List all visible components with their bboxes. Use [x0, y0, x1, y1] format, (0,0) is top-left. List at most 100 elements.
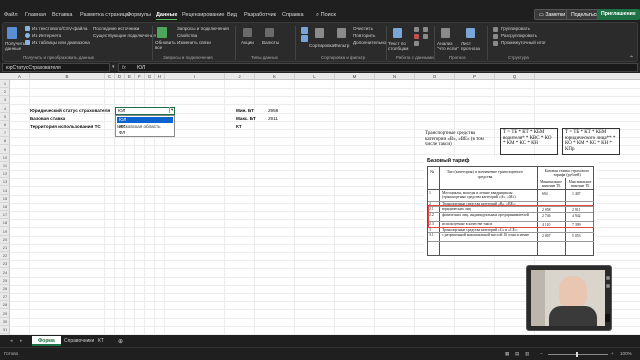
column-header[interactable]: A — [10, 73, 30, 80]
from-csv-button[interactable]: Из текстового/CSV-файла — [32, 26, 87, 31]
cell-legal-status-selected[interactable]: ЮЛ ▾ — [115, 107, 175, 115]
tab-insert[interactable]: Вставка — [52, 12, 72, 18]
row-header[interactable]: 27 — [0, 293, 10, 302]
row-header[interactable]: 10 — [0, 154, 10, 162]
formula-input[interactable]: fx ЮЛ — [118, 63, 638, 72]
cell-max-bt-label[interactable]: Макс. БТ — [236, 116, 256, 121]
fx-icon[interactable]: fx — [122, 65, 126, 71]
column-header[interactable]: E — [125, 73, 135, 80]
cell-legal-status-label[interactable]: Юридический статус страхователя — [30, 108, 110, 113]
from-table-button[interactable]: Из таблицы или диапазона — [32, 40, 90, 45]
row-header[interactable]: 7 — [0, 129, 10, 138]
name-box-dropdown-icon[interactable]: ▾ — [112, 64, 115, 70]
row-header[interactable]: 16 — [0, 203, 10, 211]
notes-button[interactable]: ▭ Заметки — [534, 9, 571, 20]
properties-button[interactable]: Свойства — [177, 33, 197, 38]
refresh-all-button[interactable]: Обновить все — [155, 40, 176, 50]
row-header[interactable]: 11 — [0, 162, 10, 170]
edit-links-button[interactable]: Изменить связи — [177, 40, 211, 45]
dropdown-arrow-icon[interactable]: ▾ — [169, 107, 173, 113]
tab-developer[interactable]: Разработчик — [244, 12, 276, 18]
tab-formulas[interactable]: Формулы — [127, 12, 151, 18]
formula-box-legal-entity[interactable]: Т = ТБ * КТ * КБМ юридического лица** * … — [562, 128, 620, 155]
row-header[interactable]: 2 — [0, 88, 10, 97]
row-header[interactable]: 15 — [0, 195, 10, 203]
zoom-slider[interactable] — [548, 354, 608, 355]
row-header[interactable]: 24 — [0, 269, 10, 277]
cell-territory-value[interactable]: Московская область — [117, 124, 160, 129]
cell-territory-label[interactable]: Территория использования ТС — [30, 124, 101, 129]
row-header[interactable]: 26 — [0, 285, 10, 293]
column-header[interactable]: Q — [495, 73, 535, 80]
vehicle-category-textbox[interactable]: Транспортные средства категории «В», «ВЕ… — [425, 131, 497, 151]
sheet-tab-kt[interactable]: КТ — [92, 336, 110, 346]
page-layout-view-icon[interactable]: ▤ — [515, 351, 519, 357]
stocks-button[interactable]: Акции — [241, 40, 254, 45]
currencies-button[interactable]: Валюты — [262, 40, 279, 45]
cell-max-bt-value[interactable]: 2911 — [268, 116, 278, 121]
row-header[interactable]: 21 — [0, 244, 10, 252]
cell-base-rate-label[interactable]: Базовая ставка — [30, 116, 65, 121]
tab-view[interactable]: Вид — [227, 12, 237, 18]
column-header[interactable]: P — [455, 73, 495, 80]
page-break-view-icon[interactable]: ▥ — [525, 351, 529, 357]
row-header[interactable]: 12 — [0, 170, 10, 179]
search-box[interactable]: ⌕ Поиск — [316, 12, 336, 19]
row-header[interactable]: 31 — [0, 326, 10, 334]
zoom-out-icon[interactable]: − — [540, 351, 543, 356]
tab-help[interactable]: Справка — [282, 12, 304, 18]
clear-button[interactable]: Очистить — [353, 26, 373, 31]
tariff-table-image[interactable]: Базовый тариф № Тип (категория) и назнач… — [424, 157, 597, 257]
zoom-in-icon[interactable]: + — [611, 351, 614, 356]
row-header[interactable]: 14 — [0, 187, 10, 195]
row-header[interactable]: 3 — [0, 96, 10, 105]
row-header[interactable]: 18 — [0, 219, 10, 228]
zoom-slider-thumb[interactable] — [576, 352, 578, 357]
cell-min-bt-value[interactable]: 2958 — [268, 108, 278, 113]
column-header[interactable]: L — [295, 73, 335, 80]
from-web-button[interactable]: Из Интернета — [32, 33, 61, 38]
filter-button[interactable]: Фильтр — [334, 43, 349, 48]
tab-data[interactable]: Данные — [156, 12, 178, 20]
tab-page-layout[interactable]: Разметка страницы — [80, 12, 130, 18]
formula-box-individual[interactable]: Т = ТБ * КТ * КБМ водителя* * КВС * КО *… — [500, 128, 558, 155]
column-header[interactable]: K — [255, 73, 295, 80]
row-header[interactable]: 17 — [0, 211, 10, 220]
row-header[interactable]: 30 — [0, 318, 10, 326]
add-sheet-icon[interactable]: ⊕ — [112, 336, 129, 346]
sheet-tab-form[interactable]: Форма — [32, 336, 61, 346]
column-header[interactable]: D — [115, 73, 125, 80]
ungroup-button[interactable]: Разгруппировать — [501, 33, 537, 38]
tab-review[interactable]: Рецензирование — [182, 12, 224, 18]
forecast-sheet-button[interactable]: Лист прогноза — [461, 41, 483, 51]
dropdown-option[interactable]: ЮЛ — [117, 117, 173, 123]
row-header[interactable]: 1 — [0, 80, 10, 88]
sort-button[interactable]: Сортировка — [309, 43, 334, 48]
column-header[interactable]: G — [145, 73, 155, 80]
reapply-button[interactable]: Повторить — [353, 33, 375, 38]
group-button[interactable]: Группировать — [501, 26, 530, 31]
column-header[interactable]: O — [415, 73, 455, 80]
row-header[interactable]: 4 — [0, 105, 10, 113]
zoom-level[interactable]: 100% — [620, 351, 632, 356]
row-header[interactable]: 19 — [0, 228, 10, 236]
advanced-button[interactable]: Дополнительно — [353, 40, 386, 45]
row-header[interactable]: 6 — [0, 121, 10, 129]
column-header[interactable]: J — [225, 73, 255, 80]
what-if-button[interactable]: Анализ "что если" — [437, 41, 459, 51]
queries-connections-button[interactable]: Запросы и подключения — [177, 26, 229, 31]
column-header[interactable]: F — [135, 73, 145, 80]
subtotal-button[interactable]: Промежуточный итог — [501, 40, 546, 45]
text-to-columns-button[interactable]: Текст по столбцам — [388, 41, 412, 51]
existing-connections-button[interactable]: Существующие подключения — [93, 33, 156, 38]
column-header[interactable]: H — [155, 73, 165, 80]
row-header[interactable]: 20 — [0, 236, 10, 244]
tab-file[interactable]: Файл — [4, 12, 18, 18]
row-header[interactable]: 9 — [0, 146, 10, 154]
collapse-ribbon-icon[interactable]: ⌃ — [629, 55, 634, 62]
column-header[interactable]: M — [335, 73, 375, 80]
row-header[interactable]: 5 — [0, 113, 10, 121]
row-header[interactable]: 23 — [0, 260, 10, 269]
present-button[interactable]: Приглашение — [597, 9, 640, 20]
column-header[interactable]: C — [105, 73, 115, 80]
